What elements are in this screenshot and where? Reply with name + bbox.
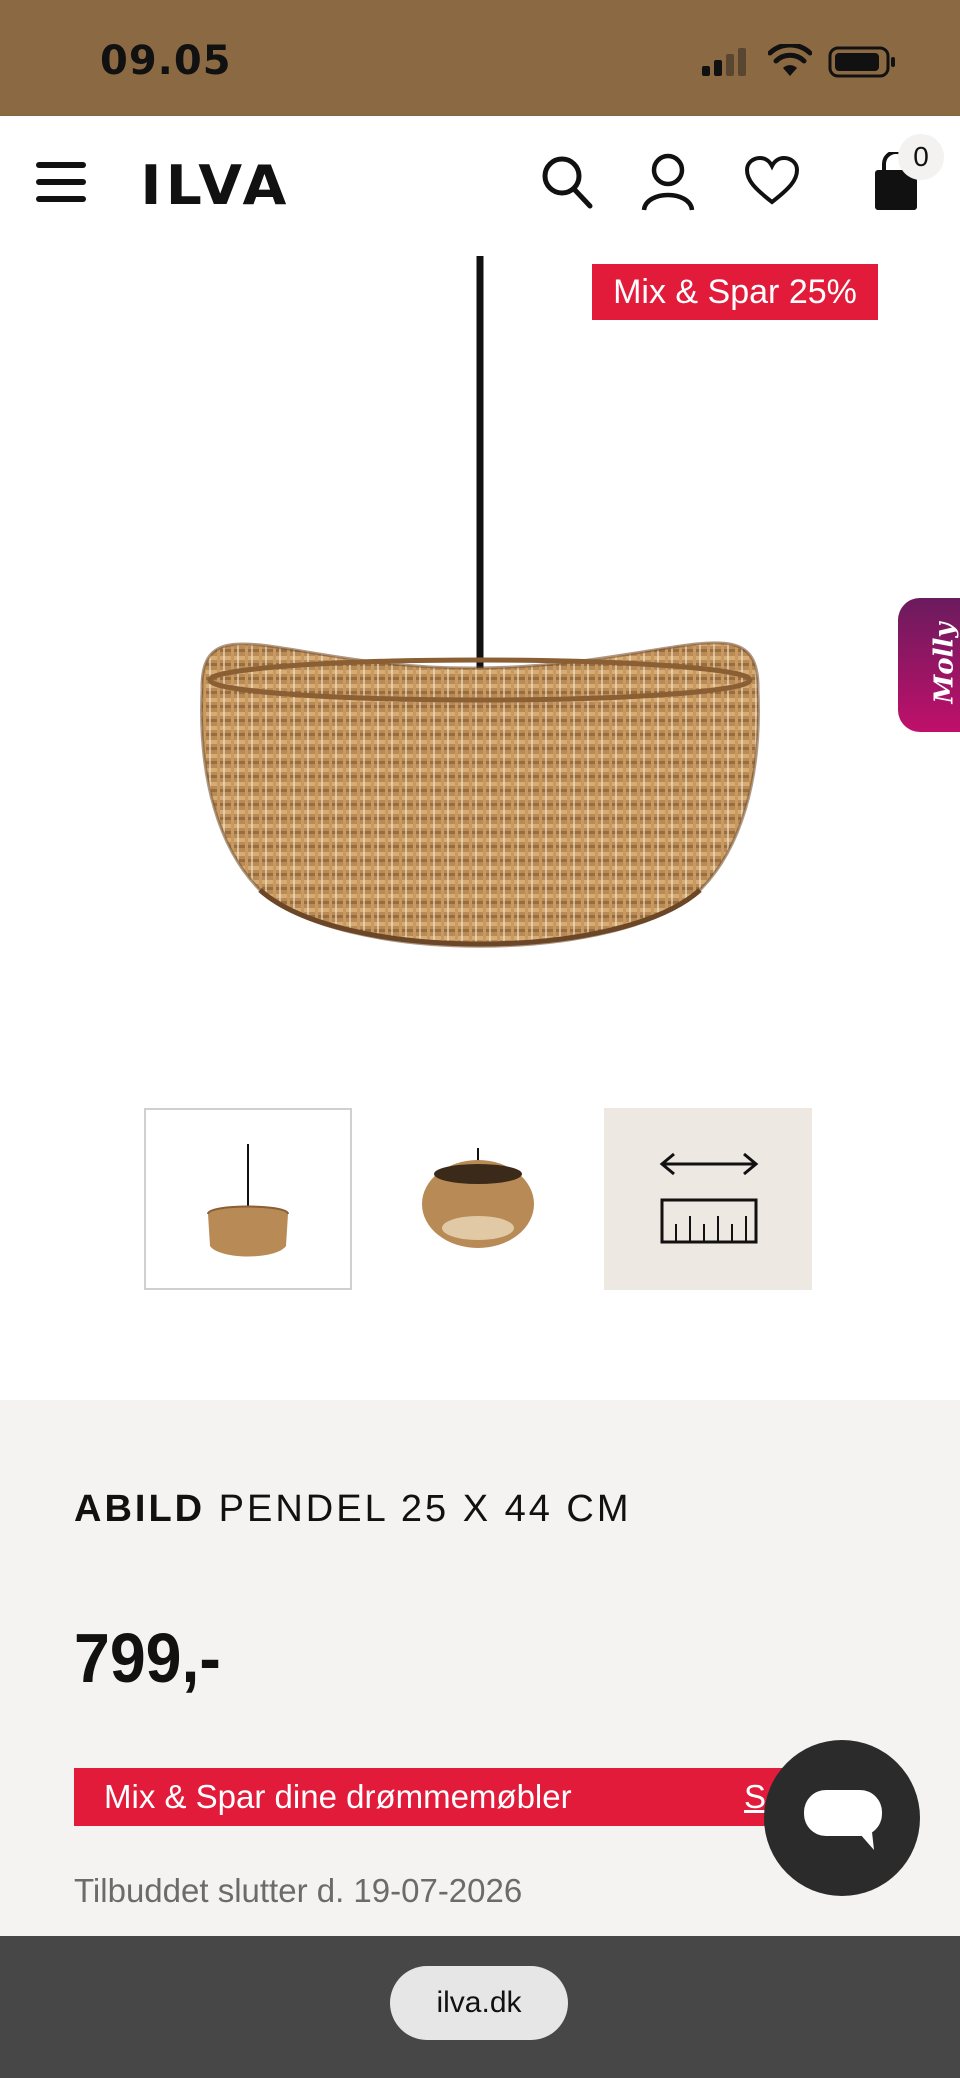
product-price: 799,- [74, 1619, 221, 1697]
ilva-logo[interactable]: ILVA [140, 154, 290, 217]
pendant-lamp-image[interactable] [170, 250, 790, 1060]
wishlist-heart-icon[interactable] [744, 156, 800, 206]
site-header: ILVA 0 [0, 116, 960, 242]
offer-end-date: Tilbuddet slutter d. 19-07-2026 [74, 1872, 523, 1909]
cart-count-badge: 0 [898, 134, 944, 180]
product-brand: ABILD [74, 1488, 206, 1530]
wifi-icon [768, 44, 812, 76]
molly-label: Molly [929, 622, 960, 704]
dimensions-ruler-icon [659, 1152, 759, 1244]
promo-text: Mix & Spar dine drømmemøbler [104, 1778, 572, 1815]
product-name: PENDEL 25 X 44 CM [218, 1488, 632, 1530]
mix-spar-badge: Mix & Spar 25% [592, 264, 878, 320]
thumbnail-dimensions[interactable] [604, 1108, 812, 1290]
cellular-signal-icon [702, 48, 746, 76]
hamburger-menu-icon[interactable] [34, 160, 88, 204]
search-icon[interactable] [540, 154, 594, 210]
chat-bubble-icon [804, 1790, 882, 1850]
status-bar: 09.05 [0, 0, 960, 116]
lamp-thumbnail-icon [207, 1144, 289, 1257]
thumbnail-2[interactable] [374, 1108, 582, 1290]
address-bar[interactable]: ilva.dk [390, 1966, 568, 2040]
chat-button[interactable] [764, 1740, 920, 1896]
battery-icon [828, 46, 895, 78]
status-time: 09.05 [100, 38, 232, 84]
account-icon[interactable] [640, 152, 696, 212]
molly-side-tab[interactable]: Molly [898, 598, 960, 732]
product-title: ABILD PENDEL 25 X 44 CM [74, 1488, 632, 1531]
thumbnail-1[interactable] [144, 1108, 352, 1290]
promo-banner[interactable]: Mix & Spar dine drømmemøbler Se [74, 1768, 884, 1826]
lamp-thumbnail-icon [422, 1148, 534, 1248]
